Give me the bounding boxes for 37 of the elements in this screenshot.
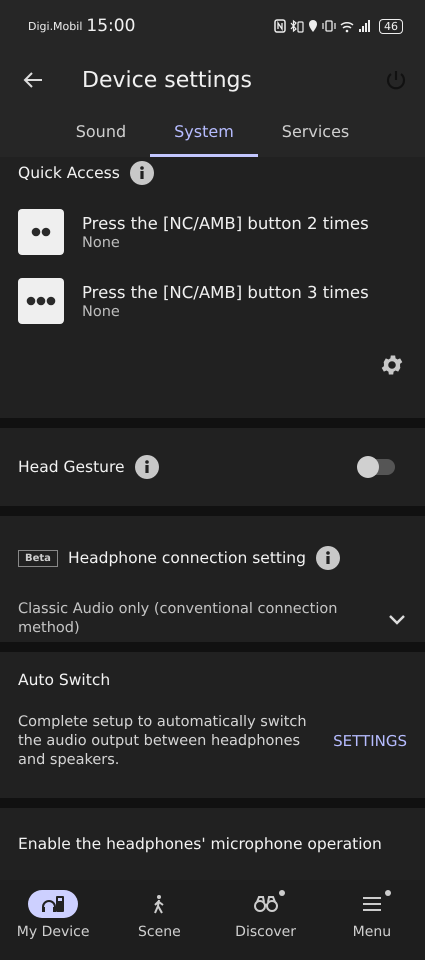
- section-title: Auto Switch: [18, 671, 110, 689]
- nfc-icon: [274, 19, 286, 33]
- head-gesture-toggle[interactable]: [359, 459, 395, 475]
- tab[interactable]: Sound: [52, 108, 150, 157]
- quick-access-title[interactable]: Press the [NC/AMB] button 2 times: [82, 214, 369, 232]
- info-icon[interactable]: [316, 546, 340, 570]
- settings-link[interactable]: SETTINGS: [333, 732, 407, 750]
- wifi-icon: [340, 19, 354, 33]
- binoculars-icon: [254, 895, 278, 913]
- section-title: Quick Access: [18, 164, 120, 182]
- location-icon: [308, 19, 318, 33]
- quick-access-value: None: [82, 234, 121, 250]
- carrier-name: Digi.Mobil: [28, 20, 82, 32]
- press-count-icon: [18, 278, 64, 324]
- setting-label: Headphone connection setting: [68, 549, 306, 567]
- screen-title: Device settings: [82, 68, 253, 92]
- tab[interactable]: Services: [258, 108, 374, 157]
- headphones-icon: [41, 894, 66, 914]
- bluetooth-battery-icon: [290, 19, 304, 33]
- info-icon[interactable]: [134, 455, 159, 479]
- beta-badge: Beta: [18, 550, 58, 566]
- setting-label: Head Gesture: [18, 458, 125, 476]
- vibrate-icon: [322, 19, 336, 33]
- quick-access-value: None: [82, 304, 121, 320]
- quick-access-title[interactable]: Press the [NC/AMB] button 3 times: [82, 282, 369, 302]
- nav-item[interactable]: Menu: [318, 880, 425, 960]
- press-count-icon: [18, 209, 64, 255]
- nav-item[interactable]: Discover: [212, 880, 319, 960]
- clock: 15:00: [86, 16, 136, 36]
- signal-icon: [358, 19, 370, 33]
- nav-item[interactable]: Scene: [106, 880, 212, 960]
- connection-dropdown[interactable]: Classic Audio only (conventional connection method): [18, 600, 407, 638]
- auto-switch-description: Complete setup to automatically switch the audio output between headphones and speakers.: [18, 713, 308, 770]
- battery-level: 46: [379, 18, 403, 34]
- info-icon[interactable]: [130, 161, 154, 185]
- nav-item[interactable]: My Device: [0, 880, 106, 960]
- menu-icon: [362, 896, 382, 912]
